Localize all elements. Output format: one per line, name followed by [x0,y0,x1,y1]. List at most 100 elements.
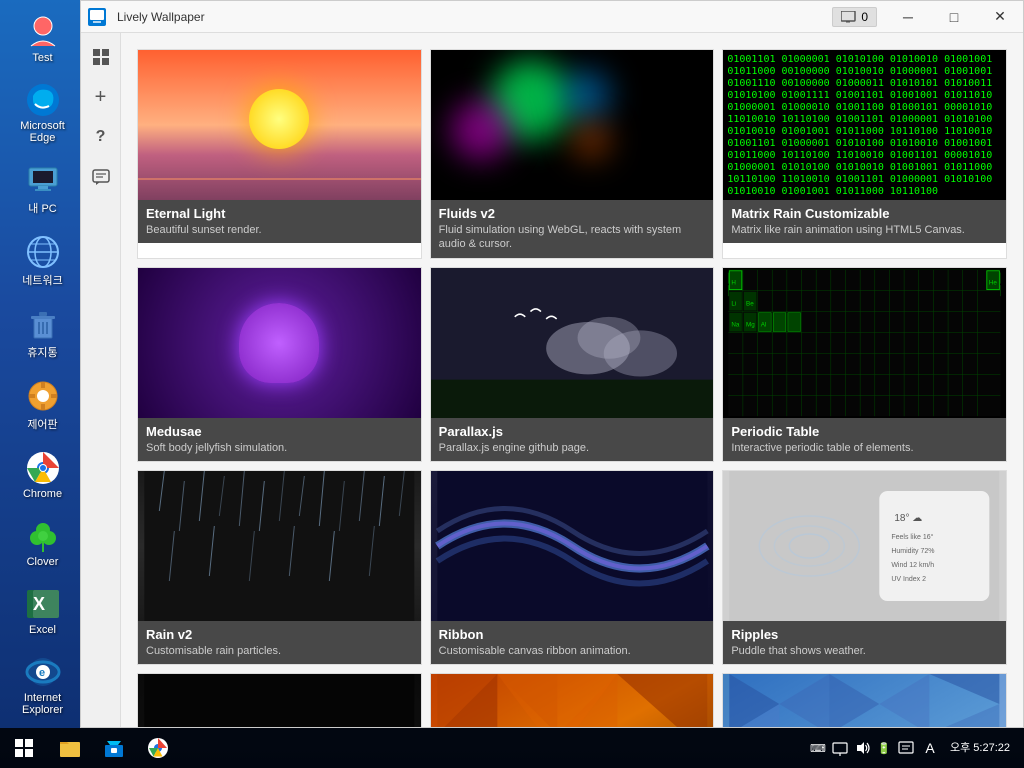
notification-area-icons: ⌨ 🔋 [808,738,916,758]
svg-text:H: H [732,279,737,286]
ie-label: InternetExplorer [22,692,63,716]
network-tray-icon[interactable] [830,738,850,758]
taskbar-app-store[interactable] [92,728,136,768]
maximize-button[interactable]: □ [931,1,977,33]
card-title-matrix: Matrix Rain Customizable [731,206,998,221]
left-sidebar: + ? [81,33,121,727]
system-time-block[interactable]: 오후 5:27:22 [944,741,1016,755]
card-image-rain [138,471,421,621]
card-title-parallax: Parallax.js [439,424,706,439]
taskbar-app-explorer[interactable] [48,728,92,768]
network-icon [25,234,61,270]
card-title-medusae: Medusae [146,424,413,439]
card-image-matrix: 01001101 01000001 01010100 01010010 0100… [723,50,1006,200]
desktop-icon-recycle[interactable]: 휴지통 [10,302,75,364]
desktop-icon-edge[interactable]: MicrosoftEdge [10,78,75,148]
desktop-icon-excel[interactable]: X Excel [10,582,75,640]
rain-svg [138,471,421,621]
card-info-matrix: Matrix Rain Customizable Matrix like rai… [723,200,1006,243]
close-button[interactable]: ✕ [977,1,1023,33]
triangles-svg [431,674,714,727]
sidebar-chat-btn[interactable] [85,161,117,193]
monitor-badge[interactable]: 0 [832,7,877,27]
lively-app-icon [81,1,113,33]
control-label: 제어판 [27,416,57,432]
svg-text:Al: Al [761,321,767,328]
window-titlebar: Lively Wallpaper 0 ─ □ ✕ [81,1,1023,33]
card-desc-periodic: Interactive periodic table of elements. [731,441,998,455]
control-icon [25,378,61,414]
taskbar-apps [48,728,808,768]
card-image-triangles [431,674,714,727]
taskbar-app-chrome[interactable] [136,728,180,768]
svg-text:18° ☁: 18° ☁ [895,513,923,524]
desktop-icon-control[interactable]: 제어판 [10,374,75,436]
content-area[interactable]: Eternal Light Beautiful sunset render. [121,33,1023,727]
svg-text:Feels like 16°: Feels like 16° [892,533,934,541]
test-icon [25,14,61,50]
wallpaper-card-rain[interactable]: Rain v2 Customisable rain particles. [137,470,422,665]
horizon-element [138,178,421,180]
desktop-icons-container: Test MicrosoftEdge [10,10,75,720]
excel-label: Excel [29,624,56,636]
desktop-icon-clover[interactable]: Clover [10,514,75,572]
wallpaper-card-hill[interactable]: The Hill Shader generated hill. [137,673,422,727]
card-info-medusae: Medusae Soft body jellyfish simulation. [138,418,421,461]
svg-text:He: He [989,279,998,286]
action-center-icon[interactable] [896,738,916,758]
card-desc-rain: Customisable rain particles. [146,644,413,658]
window-controls: ─ □ ✕ [885,1,1023,33]
language-indicator[interactable]: A [920,738,940,758]
desktop-icon-ie[interactable]: e InternetExplorer [10,650,75,720]
desktop-icon-test[interactable]: Test [10,10,75,68]
card-info-eternal-light: Eternal Light Beautiful sunset render. [138,200,421,243]
battery-icon[interactable]: 🔋 [874,738,894,758]
wallpaper-card-medusae[interactable]: Medusae Soft body jellyfish simulation. [137,267,422,462]
ribbon-svg [431,471,714,621]
svg-text:UV Index 2: UV Index 2 [892,576,927,583]
sidebar-library-btn[interactable] [85,41,117,73]
wallpaper-card-fluids[interactable]: Fluids v2 Fluid simulation using WebGL, … [430,49,715,259]
wallpaper-card-periodic[interactable]: periodic table grid [722,267,1007,462]
wallpaper-card-parallax[interactable]: Parallax.js Parallax.js engine github pa… [430,267,715,462]
sidebar-add-btn[interactable]: + [85,81,117,113]
wallpaper-card-matrix[interactable]: 01001101 01000001 01010100 01010010 0100… [722,49,1007,259]
sidebar-help-btn[interactable]: ? [85,121,117,153]
chrome-label: Chrome [23,488,62,500]
card-info-fluids: Fluids v2 Fluid simulation using WebGL, … [431,200,714,258]
card-image-fluids [431,50,714,200]
window-body: + ? [81,33,1023,727]
card-desc-fluids: Fluid simulation using WebGL, reacts wit… [439,223,706,252]
start-button[interactable] [0,728,48,768]
excel-icon: X [25,586,61,622]
lively-window: Lively Wallpaper 0 ─ □ ✕ [80,0,1024,728]
card-desc-eternal-light: Beautiful sunset render. [146,223,413,237]
wallpaper-card-triangles[interactable]: Triangles & Light Triangle pattern gener… [430,673,715,727]
card-title-rain: Rain v2 [146,627,413,642]
wallpaper-card-waves[interactable]: Waves Three.js wave simulation. [722,673,1007,727]
chrome-taskbar-icon [146,736,170,760]
card-info-ribbon: Ribbon Customisable canvas ribbon animat… [431,621,714,664]
clover-label: Clover [27,556,59,568]
card-title-fluids: Fluids v2 [439,206,706,221]
svg-text:Humidity 72%: Humidity 72% [892,548,935,555]
card-desc-parallax: Parallax.js engine github page. [439,441,706,455]
keyboard-icon[interactable]: ⌨ [808,738,828,758]
system-time: 오후 5:27:22 [950,741,1010,755]
wallpaper-card-ribbon[interactable]: Ribbon Customisable canvas ribbon animat… [430,470,715,665]
desktop-icon-mypc[interactable]: 내 PC [10,158,75,220]
card-info-ripples: Ripples Puddle that shows weather. [723,621,1006,664]
volume-icon[interactable] [852,738,872,758]
card-image-periodic: periodic table grid [723,268,1006,418]
minimize-button[interactable]: ─ [885,1,931,33]
edge-label: MicrosoftEdge [20,120,65,144]
svg-text:Be: Be [746,300,754,307]
hill-svg [138,674,421,727]
desktop-icon-network[interactable]: 네트워크 [10,230,75,292]
network-label: 네트워크 [22,272,62,288]
ripples-svg: 18° ☁ Feels like 16° Humidity 72% Wind 1… [723,471,1006,621]
wallpaper-card-eternal-light[interactable]: Eternal Light Beautiful sunset render. [137,49,422,259]
wallpaper-card-ripples[interactable]: 18° ☁ Feels like 16° Humidity 72% Wind 1… [722,470,1007,665]
desktop-icon-chrome[interactable]: Chrome [10,446,75,504]
card-desc-ripples: Puddle that shows weather. [731,644,998,658]
